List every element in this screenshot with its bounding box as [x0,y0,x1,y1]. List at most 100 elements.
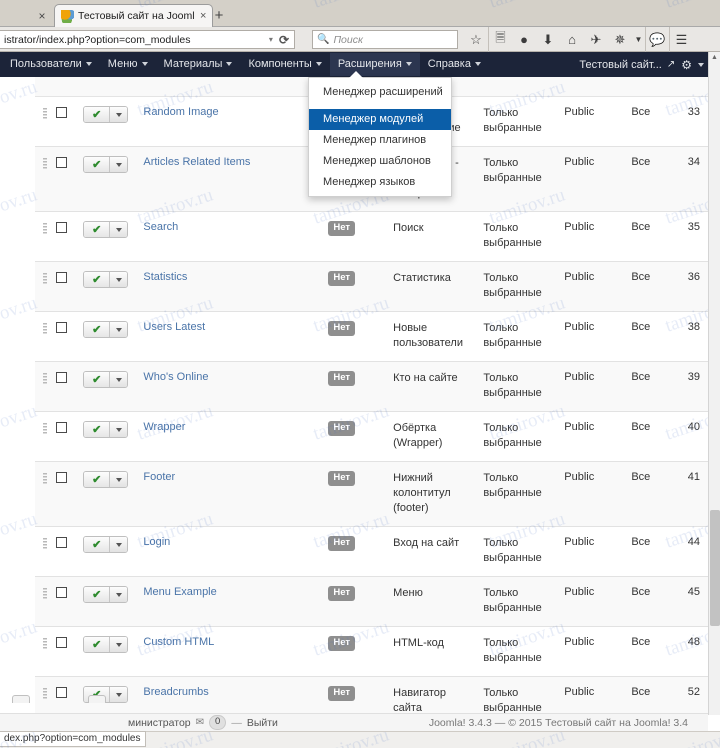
row-drag-handle-cell[interactable] [35,97,54,147]
row-title-cell[interactable]: Breadcrumbs [141,677,326,716]
chat-feedback-icon[interactable]: 💬 [645,27,669,52]
dropdown-item-module-manager[interactable]: Менеджер модулей [309,109,451,130]
status-dropdown-button[interactable] [109,687,128,702]
table-row[interactable]: ✔ Statistics Нет Статистика Только выбранные… [35,261,708,312]
drag-handle-icon[interactable] [43,273,47,284]
row-status-cell[interactable]: ✔ [81,627,141,677]
status-toggle-group[interactable]: ✔ [83,421,129,438]
row-drag-handle-cell[interactable] [35,147,54,212]
chevron-down-icon[interactable] [698,62,704,67]
row-title-cell[interactable]: Random Image [141,97,326,147]
chevron-down-icon[interactable]: ▾ [266,35,276,44]
row-title-cell[interactable]: Search [141,212,326,262]
status-published-check-icon[interactable]: ✔ [84,157,110,172]
row-checkbox-cell[interactable] [54,577,82,627]
status-dropdown-button[interactable] [109,472,128,487]
status-dropdown-button[interactable] [109,222,128,237]
row-title-cell[interactable]: Wrapper [141,412,326,462]
row-status-cell[interactable]: ✔ [81,412,141,462]
table-row[interactable]: ✔ Menu Example Нет Меню Только выбранные Publ… [35,576,708,627]
module-title-link[interactable]: Wrapper [143,421,185,433]
row-checkbox[interactable] [55,157,67,168]
drag-handle-icon[interactable] [43,688,47,699]
row-checkbox[interactable] [55,322,67,333]
gear-icon[interactable]: ⚙ [681,58,692,72]
tab-inactive-close-icon[interactable]: × [30,6,54,27]
status-toggle-group[interactable]: ✔ [83,586,129,603]
row-title-cell[interactable]: Footer [141,462,326,527]
row-drag-handle-cell[interactable] [35,262,54,312]
status-toggle-group[interactable]: ✔ [83,536,129,553]
row-checkbox[interactable] [55,587,67,598]
table-row[interactable]: ✔ Who's Online Нет Кто на сайте Только выбра… [35,361,708,412]
module-title-link[interactable]: Menu Example [143,586,216,598]
row-title-cell[interactable]: Who's Online [141,362,326,412]
row-checkbox[interactable] [55,537,67,548]
admin-menu-content[interactable]: Материалы [156,53,241,76]
module-title-link[interactable]: Footer [143,471,175,483]
status-toggle-group[interactable]: ✔ [83,156,129,173]
table-row[interactable]: ✔ Login Нет Вход на сайт Только выбранные Pub… [35,527,708,577]
status-dropdown-button[interactable] [109,157,128,172]
status-dropdown-button[interactable] [109,272,128,287]
search-bar[interactable]: 🔍 Поиск [312,30,458,49]
row-checkbox[interactable] [55,687,67,698]
status-published-check-icon[interactable]: ✔ [84,472,110,487]
status-dropdown-button[interactable] [109,637,128,652]
tab-active[interactable]: Тестовый сайт на Joomla! ... × [54,4,214,27]
drag-handle-icon[interactable] [43,323,47,334]
status-published-check-icon[interactable]: ✔ [84,372,110,387]
status-toggle-group[interactable]: ✔ [83,221,129,238]
message-count-badge[interactable]: 0 [209,715,227,730]
status-published-check-icon[interactable]: ✔ [84,422,110,437]
row-title-cell[interactable]: Articles Related Items [141,147,326,212]
row-title-cell[interactable]: Login [141,527,326,577]
admin-menu-help[interactable]: Справка [420,53,489,76]
row-checkbox-cell[interactable] [54,527,82,577]
row-drag-handle-cell[interactable] [35,627,54,677]
row-checkbox-cell[interactable] [54,627,82,677]
row-checkbox[interactable] [55,422,67,433]
table-row[interactable]: ✔ Custom HTML Нет HTML-код Только выбранные P… [35,627,708,677]
status-dropdown-button[interactable] [109,372,128,387]
module-title-link[interactable]: Custom HTML [143,636,214,648]
download-arrow-icon[interactable]: ⬇ [536,27,560,52]
tab-close-icon[interactable]: × [198,10,208,22]
pocket-shield-icon[interactable]: ● [512,27,536,52]
row-status-cell[interactable]: ✔ [81,362,141,412]
row-status-cell[interactable]: ✔ [81,527,141,577]
table-row[interactable]: ✔ Users Latest Нет Новые пользователи Только… [35,312,708,362]
scroll-up-arrow-icon[interactable]: ▲ [709,52,720,64]
status-published-check-icon[interactable]: ✔ [84,537,110,552]
row-checkbox-cell[interactable] [54,312,82,362]
status-dropdown-button[interactable] [109,587,128,602]
puzzle-addon-icon[interactable]: ✵ [608,27,632,52]
logout-link[interactable]: Выйти [247,717,278,729]
row-status-cell[interactable]: ✔ [81,212,141,262]
drag-handle-icon[interactable] [43,538,47,549]
drag-handle-icon[interactable] [43,588,47,599]
admin-menu-users[interactable]: Пользователи [2,53,100,76]
row-checkbox[interactable] [55,472,67,483]
table-row[interactable]: ✔ Wrapper Нет Обёртка (Wrapper) Только выбра… [35,412,708,462]
row-checkbox-cell[interactable] [54,362,82,412]
envelope-icon[interactable]: ✉ [196,717,204,728]
row-checkbox-cell[interactable] [54,262,82,312]
bookmark-star-icon[interactable]: ☆ [464,27,488,52]
row-title-cell[interactable]: Custom HTML [141,627,326,677]
row-checkbox[interactable] [55,107,67,118]
row-title-cell[interactable]: Users Latest [141,312,326,362]
row-status-cell[interactable]: ✔ [81,312,141,362]
reload-icon[interactable]: ⟳ [276,33,292,47]
row-drag-handle-cell[interactable] [35,527,54,577]
table-row[interactable]: ✔ Search Нет Поиск Только выбранные Public Все… [35,212,708,262]
row-status-cell[interactable]: ✔ [81,262,141,312]
row-drag-handle-cell[interactable] [35,462,54,527]
status-published-check-icon[interactable]: ✔ [84,272,110,287]
scrollbar-thumb[interactable] [710,510,720,626]
status-published-check-icon[interactable]: ✔ [84,587,110,602]
row-title-cell[interactable]: Statistics [141,262,326,312]
row-checkbox[interactable] [55,637,67,648]
table-row[interactable]: ✔BreadcrumbsНетНавигатор сайтаТолько выб… [35,676,708,716]
status-toggle-group[interactable]: ✔ [83,271,129,288]
